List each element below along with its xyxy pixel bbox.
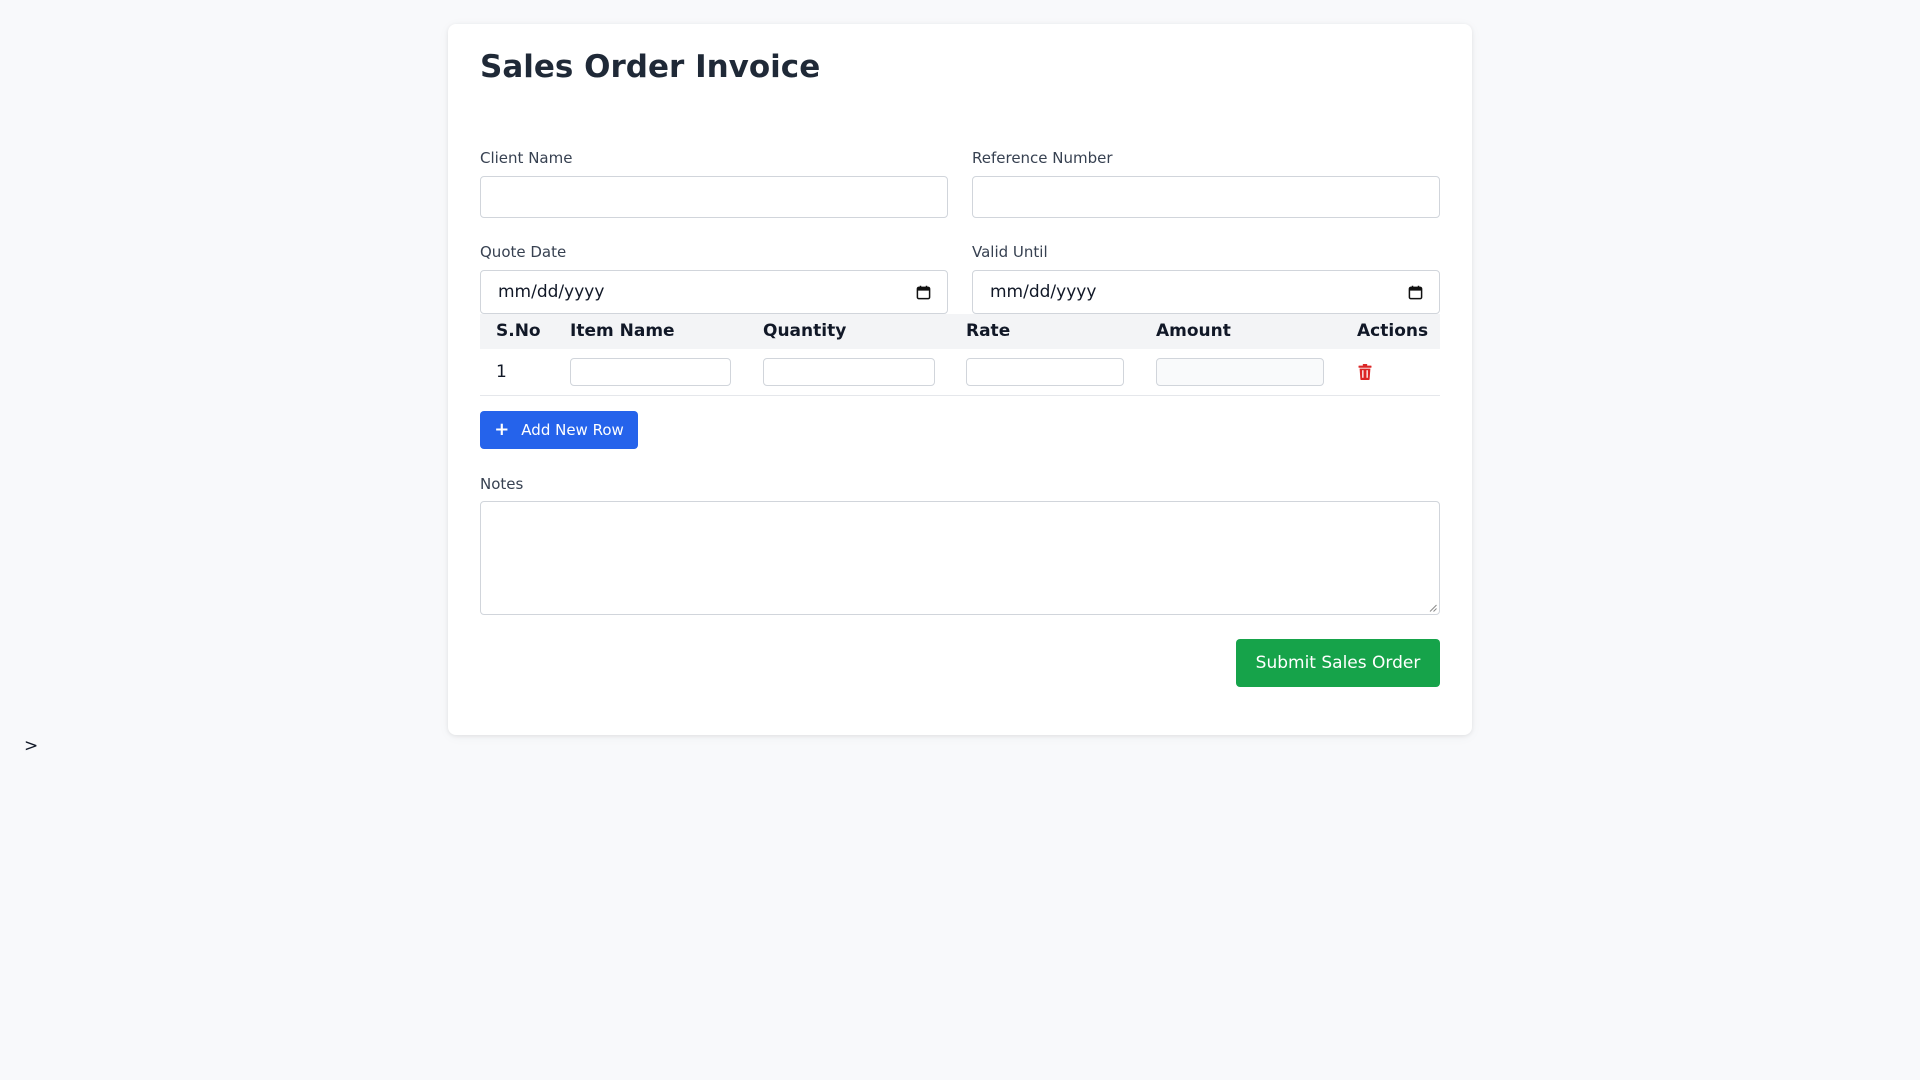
add-new-row-label: Add New Row <box>521 421 624 439</box>
notes-field: Notes <box>480 474 1440 615</box>
notes-textarea[interactable] <box>480 501 1440 615</box>
reference-number-field: Reference Number <box>972 148 1440 218</box>
row-rate-cell <box>966 349 1124 395</box>
item-name-input[interactable] <box>570 358 731 386</box>
client-name-field: Client Name <box>480 148 948 218</box>
rate-input[interactable] <box>966 358 1124 386</box>
header-item-name: Item Name <box>570 321 675 341</box>
valid-until-label: Valid Until <box>972 243 1048 261</box>
header-sno: S.No <box>496 321 541 341</box>
valid-until-input[interactable]: mm/dd/yyyy <box>972 270 1440 314</box>
reference-number-input[interactable] <box>972 176 1440 218</box>
row-amount-cell <box>1156 349 1324 395</box>
plus-icon: + <box>494 419 510 440</box>
header-rate: Rate <box>966 321 1011 341</box>
row-sno: 1 <box>496 362 507 382</box>
calendar-icon[interactable] <box>916 285 931 300</box>
quote-date-label: Quote Date <box>480 243 567 261</box>
row-sno-cell: 1 <box>496 349 507 395</box>
page-title: Sales Order Invoice <box>480 49 821 85</box>
client-name-label: Client Name <box>480 149 573 167</box>
client-name-input[interactable] <box>480 176 948 218</box>
notes-label: Notes <box>480 475 524 493</box>
quote-date-field: Quote Date mm/dd/yyyy <box>480 242 948 314</box>
table-row: 1 <box>480 349 1440 396</box>
row-quantity-cell <box>763 349 935 395</box>
header-actions: Actions <box>1357 321 1429 341</box>
items-table-header: S.No Item Name Quantity Rate Amount Acti… <box>480 314 1440 349</box>
trash-icon[interactable] <box>1358 364 1372 380</box>
quote-date-value: mm/dd/yyyy <box>498 282 605 302</box>
invoice-card: Sales Order Invoice Client Name Referenc… <box>448 24 1472 735</box>
items-table: S.No Item Name Quantity Rate Amount Acti… <box>480 314 1440 396</box>
header-amount: Amount <box>1156 321 1231 341</box>
quantity-input[interactable] <box>763 358 935 386</box>
reference-number-label: Reference Number <box>972 149 1113 167</box>
resize-grip-icon[interactable] <box>1429 604 1437 612</box>
submit-sales-order-button[interactable]: Submit Sales Order <box>1236 639 1440 687</box>
amount-input <box>1156 358 1324 386</box>
header-quantity: Quantity <box>763 321 847 341</box>
stray-text: > <box>24 736 39 756</box>
row-item-name-cell <box>570 349 731 395</box>
add-new-row-button[interactable]: + Add New Row <box>480 411 638 449</box>
quote-date-input[interactable]: mm/dd/yyyy <box>480 270 948 314</box>
calendar-icon[interactable] <box>1408 285 1423 300</box>
valid-until-field: Valid Until mm/dd/yyyy <box>972 242 1440 314</box>
valid-until-value: mm/dd/yyyy <box>990 282 1097 302</box>
row-actions-cell <box>1358 349 1372 395</box>
